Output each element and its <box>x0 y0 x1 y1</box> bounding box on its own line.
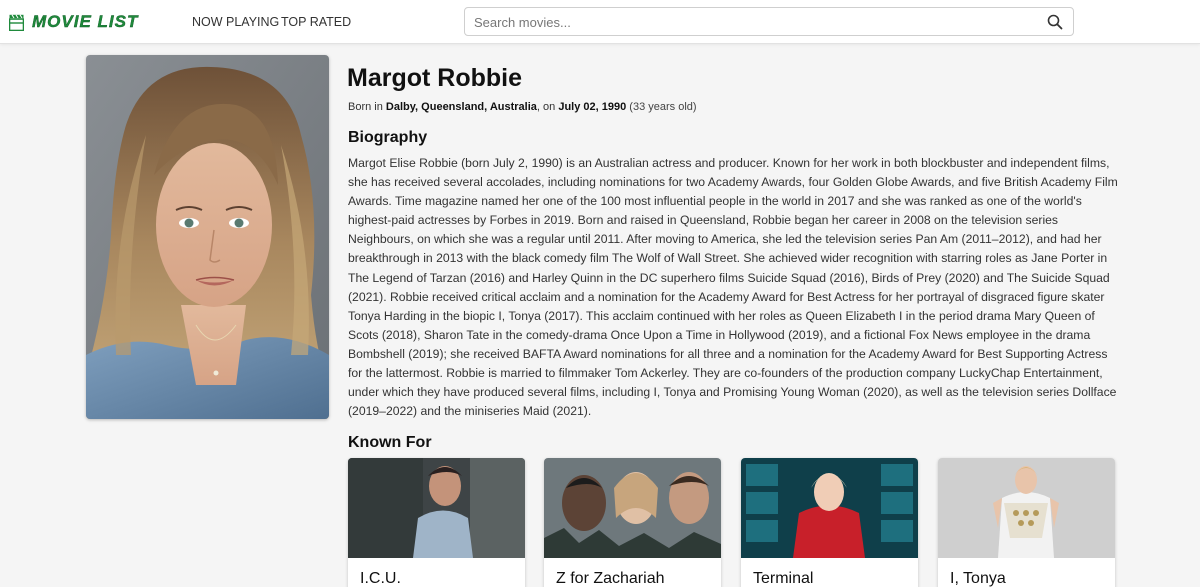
logo-text: Movie List <box>32 12 139 31</box>
search-icon[interactable] <box>1047 14 1063 30</box>
movie-card[interactable]: Z for Zachariah <box>544 458 721 587</box>
birthdate: July 02, 1990 <box>558 101 627 113</box>
movie-poster <box>544 458 721 558</box>
birth-info: Born in Dalby, Queensland, Australia, on… <box>348 100 697 114</box>
on-text: , on <box>536 101 556 113</box>
birthplace: Dalby, Queensland, Australia <box>385 101 537 113</box>
known-for-heading: Known For <box>348 434 432 451</box>
search-input[interactable] <box>474 13 1034 31</box>
profile-photo <box>86 55 329 419</box>
movie-poster <box>938 458 1115 558</box>
movie-title: Z for Zachariah <box>556 570 665 587</box>
movie-card[interactable]: I.C.U. <box>348 458 525 587</box>
born-prefix: Born in <box>348 101 383 113</box>
logo[interactable]: Movie List <box>9 12 138 32</box>
movie-card[interactable]: I, Tonya <box>938 458 1115 587</box>
movie-title: Terminal <box>753 570 814 587</box>
movie-title: I.C.U. <box>360 570 401 587</box>
age: (33 years old) <box>629 101 697 113</box>
movie-card[interactable]: Terminal <box>741 458 918 587</box>
nav-now-playing[interactable]: NOW PLAYING <box>192 14 279 30</box>
movie-poster <box>741 458 918 558</box>
navbar: Movie List NOW PLAYING TOP RATED <box>0 0 1200 44</box>
biography-heading: Biography <box>348 129 428 146</box>
movie-title: I, Tonya <box>950 570 1006 587</box>
biography-text: Margot Elise Robbie (born July 2, 1990) … <box>348 156 1118 419</box>
clapperboard-icon <box>9 14 24 31</box>
movie-poster <box>348 458 525 558</box>
nav-top-rated[interactable]: TOP RATED <box>281 14 351 30</box>
search-box <box>464 7 1074 36</box>
person-name: Margot Robbie <box>347 64 522 92</box>
